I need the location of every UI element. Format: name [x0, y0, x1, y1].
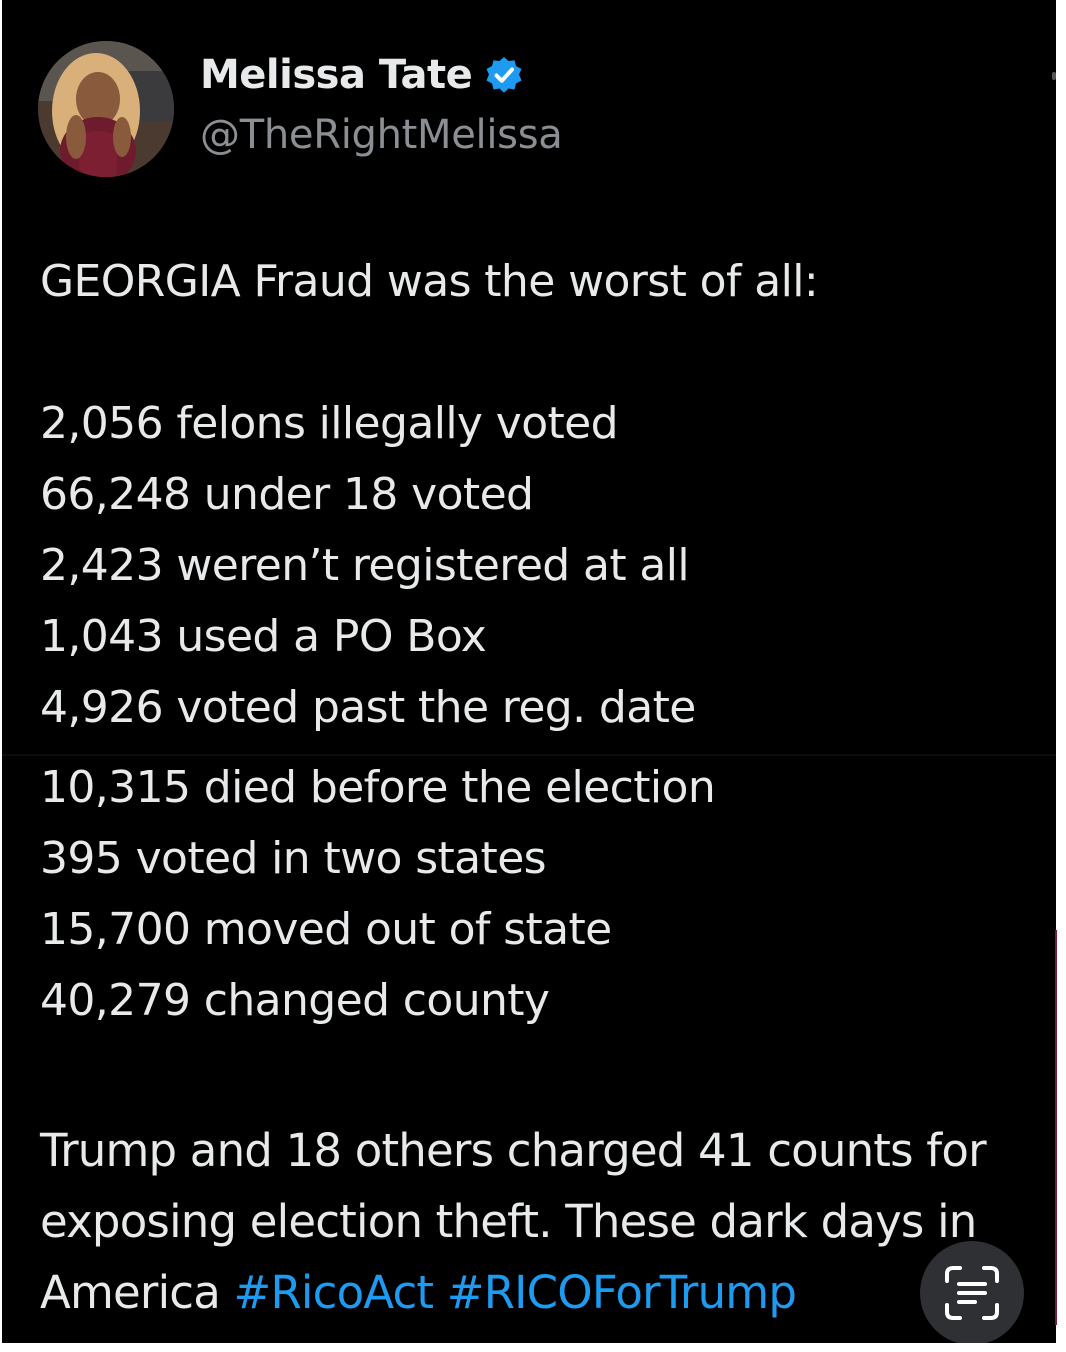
post-closing-text: Trump and 18 others charged 41 counts fo…	[40, 1115, 1050, 1328]
text-scan-icon	[945, 1266, 999, 1320]
stat-line-3: 2,423 weren’t registered at all	[40, 540, 690, 591]
post-headline: GEORGIA Fraud was the worst of all:	[40, 256, 819, 307]
stat-line-6: 10,315 died before the election	[40, 762, 716, 813]
stat-line-5: 4,926 voted past the reg. date	[40, 682, 696, 733]
tweet-card: Melissa Tate @TheRightMelissa GEORGIA Fr…	[2, 0, 1056, 1343]
verified-badge-icon	[486, 57, 522, 93]
text-scan-button[interactable]	[920, 1241, 1024, 1343]
stat-line-1: 2,056 felons illegally voted	[40, 398, 619, 449]
author-display-name[interactable]: Melissa Tate	[200, 52, 473, 98]
hashtag-rico-act[interactable]: #RicoAct	[234, 1266, 435, 1319]
stat-line-4: 1,043 used a PO Box	[40, 611, 487, 662]
avatar-photo	[38, 41, 174, 177]
stat-line-9: 40,279 changed county	[40, 975, 550, 1026]
author-name-row[interactable]: Melissa Tate	[200, 52, 524, 98]
hashtag-rico-for-trump[interactable]: #RICOForTrump	[447, 1266, 797, 1319]
avatar[interactable]	[38, 41, 174, 177]
scroll-indicator	[1052, 72, 1056, 80]
image-seam	[2, 754, 1056, 756]
author-handle[interactable]: @TheRightMelissa	[200, 112, 563, 158]
stat-line-2: 66,248 under 18 voted	[40, 469, 534, 520]
stat-line-8: 15,700 moved out of state	[40, 904, 612, 955]
stat-line-7: 395 voted in two states	[40, 833, 547, 884]
edge-line	[1055, 930, 1057, 1325]
